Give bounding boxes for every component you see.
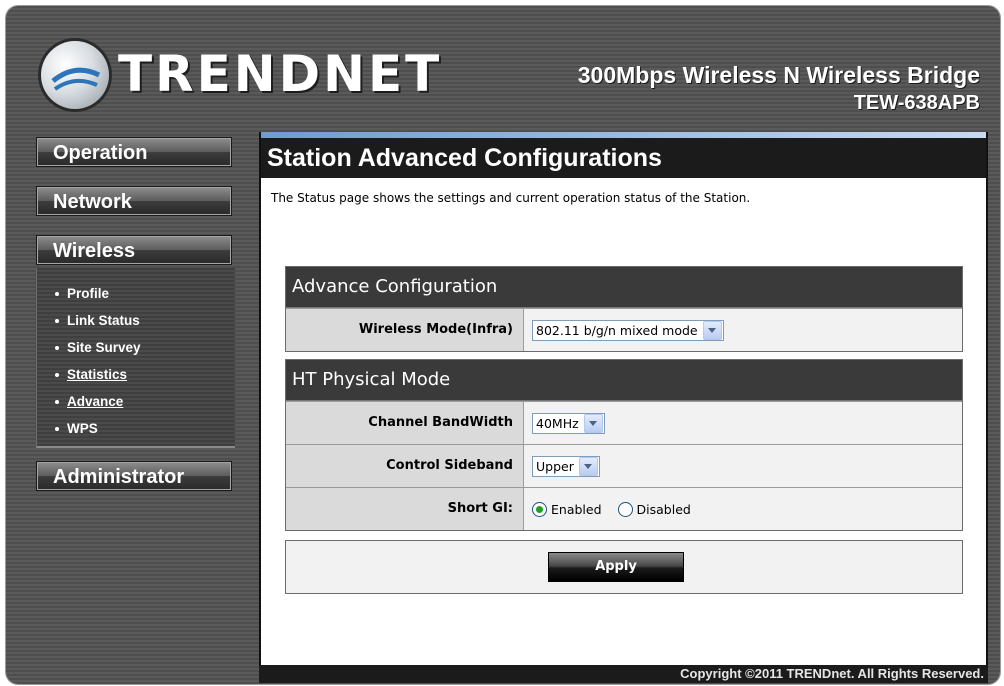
control-sideband-label: Control Sideband (286, 445, 524, 487)
channel-bandwidth-row: Channel BandWidth 40MHz (286, 401, 962, 444)
short-gi-enabled-label[interactable]: Enabled (551, 502, 602, 517)
bullet-icon (55, 319, 59, 324)
apply-section: Apply (285, 540, 963, 594)
control-sideband-select[interactable]: Upper (532, 455, 600, 477)
section-title: HT Physical Mode (286, 360, 962, 401)
wireless-mode-value: 802.11 b/g/n mixed mode (536, 322, 698, 338)
short-gi-row: Short GI: Enabled Disabled (286, 487, 962, 530)
advance-config-section: Advance Configuration Wireless Mode(Infr… (285, 266, 963, 352)
control-sideband-cell: Upper (524, 445, 962, 487)
submenu-item-profile[interactable]: Profile (55, 280, 235, 307)
wireless-mode-cell: 802.11 b/g/n mixed mode (524, 309, 962, 351)
submenu-item-statistics[interactable]: Statistics (55, 361, 235, 388)
page-title: Station Advanced Configurations (261, 138, 986, 178)
sidebar-item-administrator[interactable]: Administrator (36, 461, 232, 491)
short-gi-enabled-radio[interactable] (532, 501, 547, 517)
control-sideband-row: Control Sideband Upper (286, 444, 962, 487)
short-gi-label: Short GI: (286, 488, 524, 530)
chevron-down-icon (702, 320, 722, 340)
wireless-mode-select[interactable]: 802.11 b/g/n mixed mode (532, 319, 724, 341)
bullet-icon (55, 400, 59, 405)
sidebar-item-network[interactable]: Network (36, 186, 232, 216)
channel-bandwidth-select[interactable]: 40MHz (532, 412, 605, 434)
chevron-down-icon (578, 456, 598, 476)
submenu-item-link-status[interactable]: Link Status (55, 307, 235, 334)
wireless-mode-row: Wireless Mode(Infra) 802.11 b/g/n mixed … (286, 308, 962, 351)
apply-button[interactable]: Apply (548, 552, 684, 582)
bullet-icon (55, 292, 59, 297)
submenu-item-advance[interactable]: Advance (55, 388, 235, 415)
brand-logo-text: TRENDNET (118, 45, 443, 103)
product-model: TEW-638APB (853, 92, 980, 114)
sidebar-item-wireless[interactable]: Wireless (36, 235, 232, 265)
short-gi-disabled-label[interactable]: Disabled (637, 502, 691, 517)
bullet-icon (55, 346, 59, 351)
trendnet-logo-icon (41, 41, 109, 109)
submenu-item-wps[interactable]: WPS (55, 415, 235, 442)
ht-physical-mode-section: HT Physical Mode Channel BandWidth 40MHz… (285, 359, 963, 531)
channel-bandwidth-cell: 40MHz (524, 402, 962, 444)
channel-bandwidth-label: Channel BandWidth (286, 402, 524, 444)
bullet-icon (55, 427, 59, 432)
submenu-item-site-survey[interactable]: Site Survey (55, 334, 235, 361)
control-sideband-value: Upper (536, 458, 574, 474)
product-title: 300Mbps Wireless N Wireless Bridge TEW-6… (578, 61, 980, 117)
bullet-icon (55, 373, 59, 378)
sidebar-item-operation[interactable]: Operation (36, 137, 232, 167)
short-gi-cell: Enabled Disabled (524, 488, 962, 530)
product-line: 300Mbps Wireless N Wireless Bridge (577, 62, 980, 88)
page-description: The Status page shows the settings and c… (271, 191, 751, 205)
channel-bandwidth-value: 40MHz (536, 415, 579, 431)
wireless-mode-label: Wireless Mode(Infra) (286, 309, 524, 351)
short-gi-disabled-radio[interactable] (617, 501, 633, 517)
copyright-footer: Copyright ©2011 TRENDnet. All Rights Res… (259, 665, 988, 683)
main-panel: Station Advanced Configurations The Stat… (259, 132, 988, 665)
section-title: Advance Configuration (286, 267, 962, 308)
chevron-down-icon (583, 413, 603, 433)
wireless-submenu: Profile Link Status Site Survey Statisti… (36, 268, 235, 448)
